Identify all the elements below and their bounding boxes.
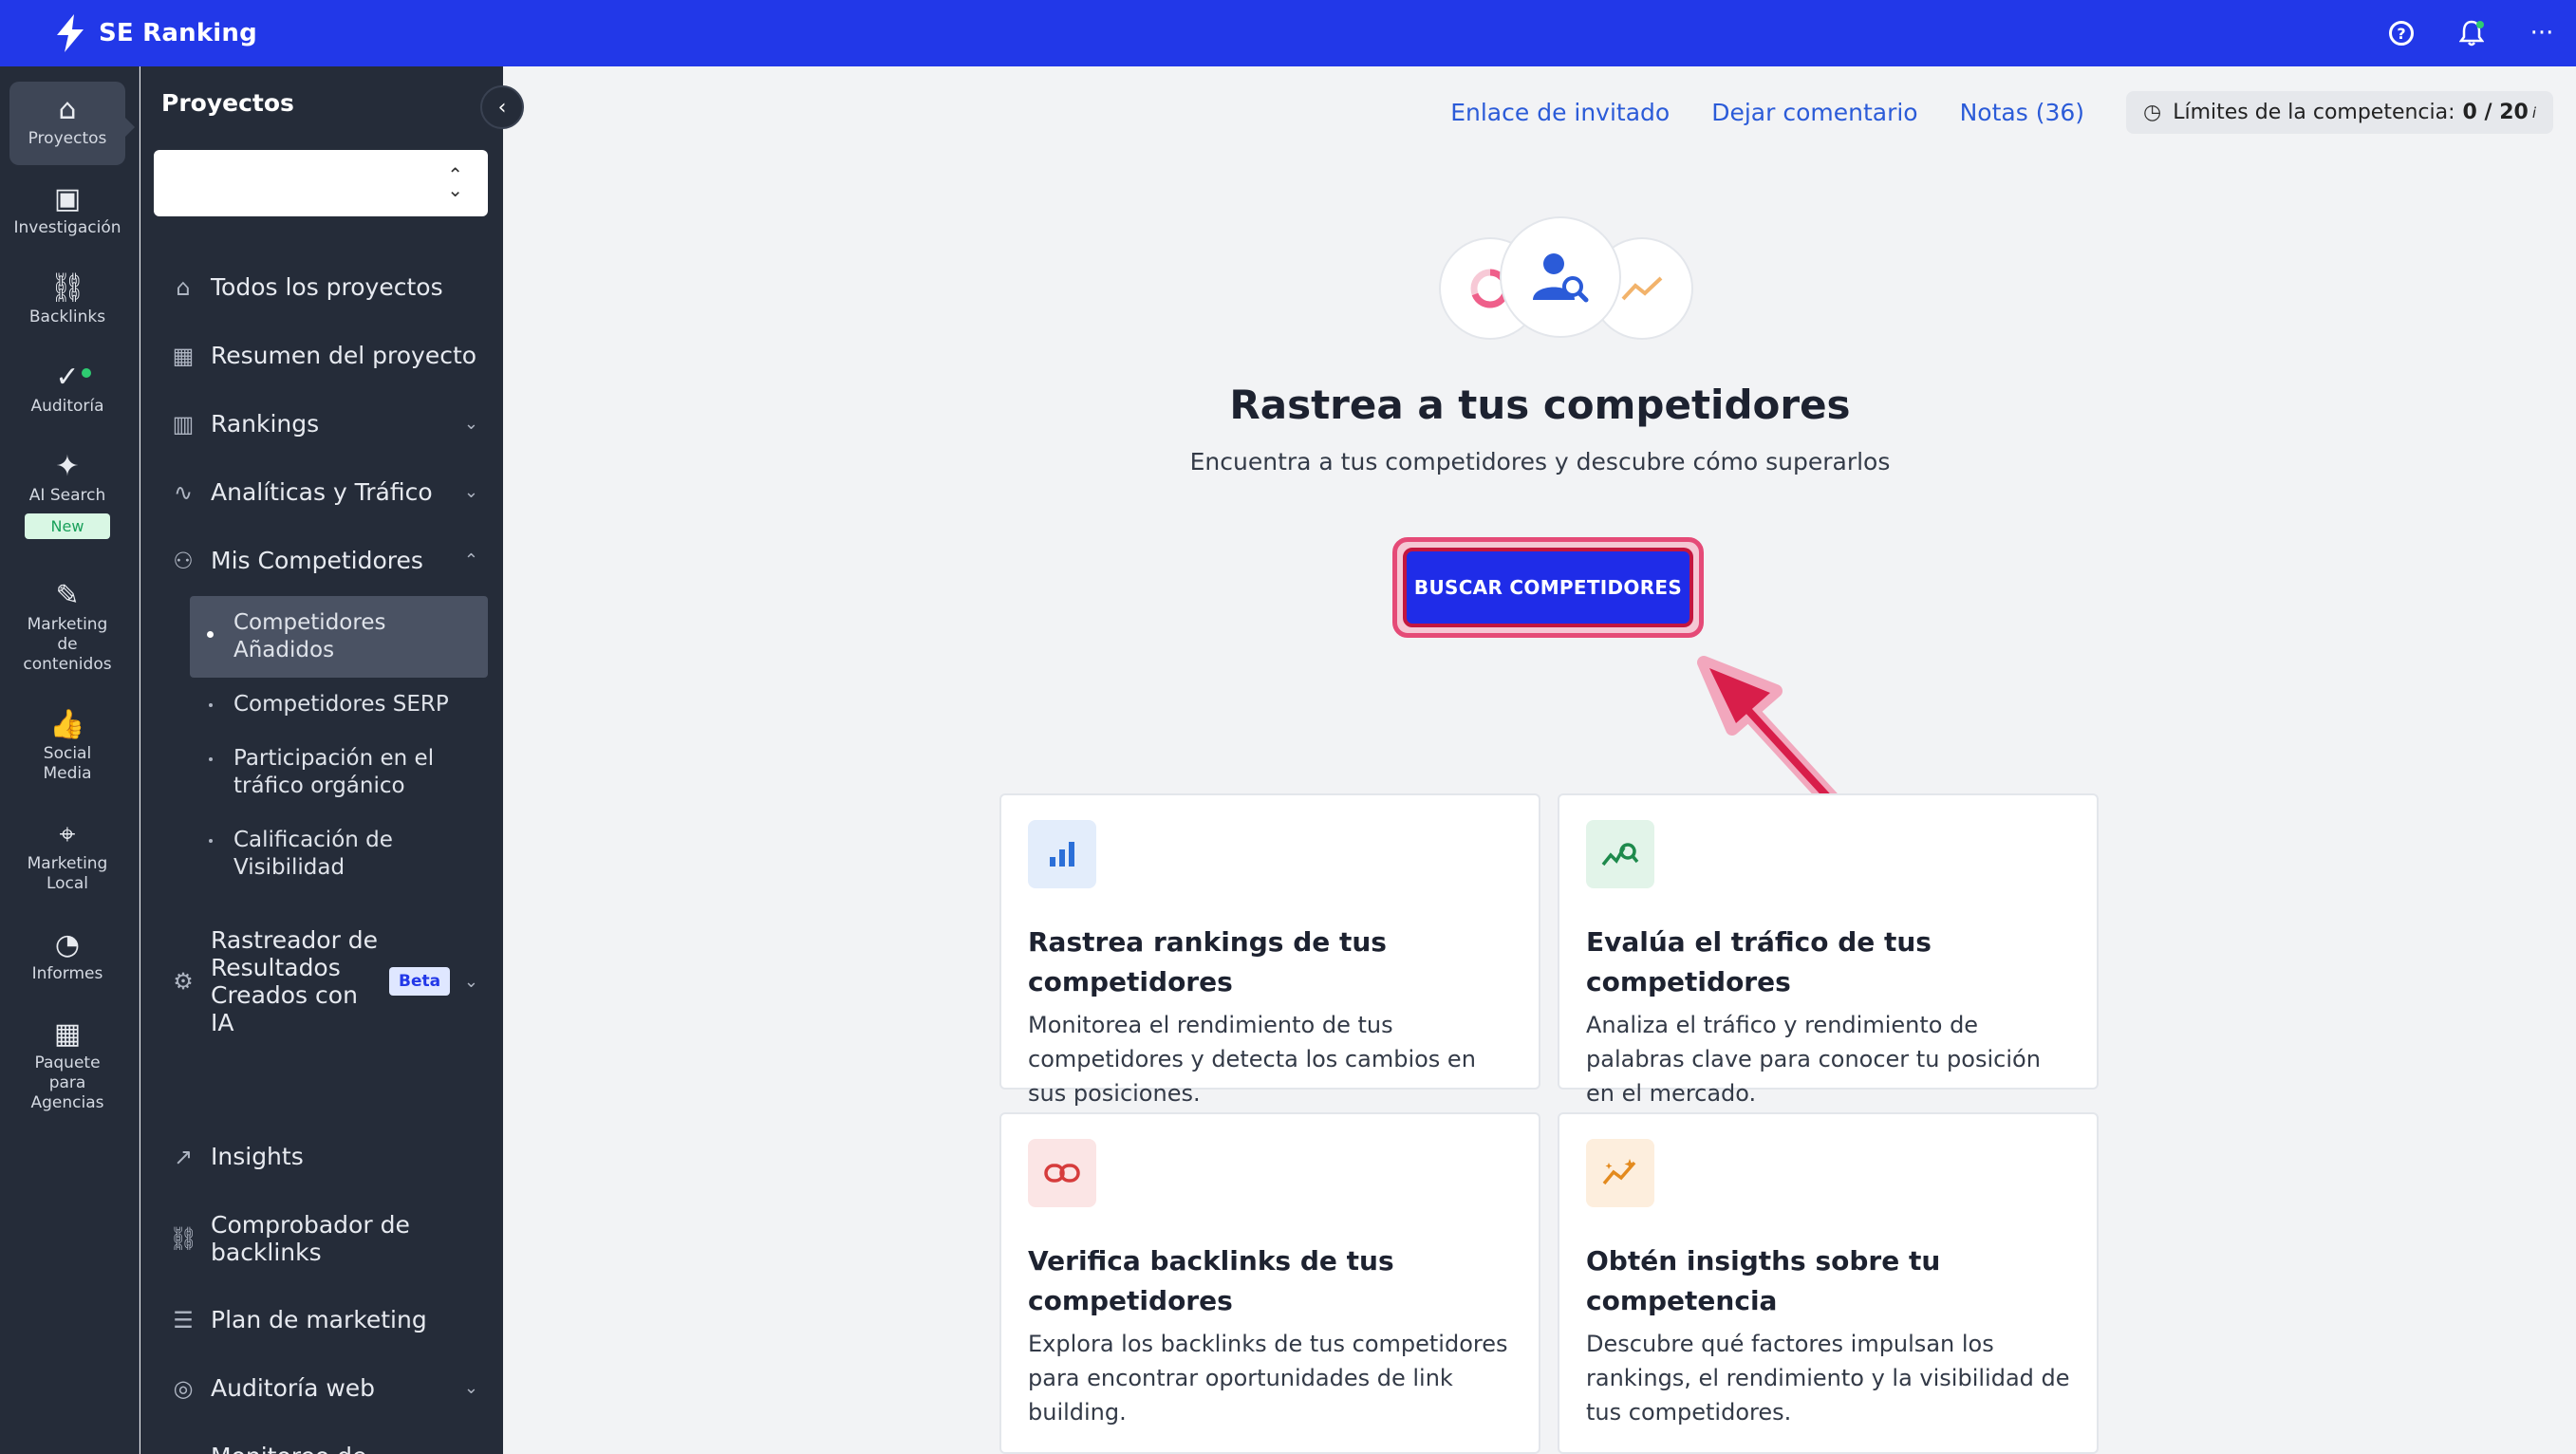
chevron-down-icon: ⌄ xyxy=(463,1378,478,1398)
info-icon[interactable]: i xyxy=(2532,104,2536,121)
brand-name: SE Ranking xyxy=(99,19,257,47)
dashboard-icon: ▦ xyxy=(172,342,195,369)
feature-card: Evalúa el tráfico de tus competidores An… xyxy=(1558,793,2099,1107)
map-pin-icon: ⌖ xyxy=(59,818,76,851)
edit-icon: ✎ xyxy=(55,579,80,612)
link-icon: ⛓ xyxy=(48,271,86,305)
lightning-icon xyxy=(51,14,89,52)
chevron-down-icon: ⌄ xyxy=(463,414,478,434)
checklist-icon: ☰ xyxy=(173,1306,194,1333)
card-description: Monitorea el rendimiento de tus competid… xyxy=(1028,1012,1476,1107)
bar-chart-icon: ▥ xyxy=(172,410,195,438)
module-rail: ⌂ Proyectos ▣ Investigación ⛓ Backlinks … xyxy=(0,66,140,1454)
competition-limits: ◷ Límites de la competencia: 0 / 20 i xyxy=(2126,91,2553,134)
brand-logo[interactable]: SE Ranking xyxy=(51,14,257,52)
card-description: Explora los backlinks de tus competidore… xyxy=(1028,1331,1508,1426)
sidebar-item-mis-competidores[interactable]: ⚇ Mis Competidores ⌃ xyxy=(169,547,492,574)
sidebar-item-plan-marketing[interactable]: ☰ Plan de marketing xyxy=(169,1306,492,1333)
sidebar-item-insights[interactable]: ↗ Insights xyxy=(169,1143,492,1170)
subitem-participacion-trafico[interactable]: Participación en el tráfico orgánico xyxy=(190,745,488,800)
feature-card: Verifica backlinks de tus competidores E… xyxy=(999,1112,1540,1454)
feedback-link[interactable]: Dejar comentario xyxy=(1711,99,1917,126)
feature-card: Rastrea rankings de tus competidores Mon… xyxy=(999,793,1540,1107)
main-content: Enlace de invitado Dejar comentario Nota… xyxy=(504,66,2576,1454)
insights-icon xyxy=(1586,1139,1654,1207)
hero-title: Rastrea a tus competidores xyxy=(1229,382,1851,428)
subitem-calificacion-visibilidad[interactable]: Calificación de Visibilidad xyxy=(190,827,488,882)
research-icon: ▣ xyxy=(53,182,82,215)
rail-item-social-media[interactable]: 👍 Social Media xyxy=(9,708,125,784)
notes-link[interactable]: Notas (36) xyxy=(1960,99,2084,126)
check-circle-icon: ✓ xyxy=(55,361,80,394)
sidebar-item-auditoria-web[interactable]: ◎ Auditoría web ⌄ xyxy=(169,1374,492,1402)
sidebar-item-rankings[interactable]: ▥ Rankings ⌄ xyxy=(169,410,492,438)
rail-item-auditoria[interactable]: ✓ Auditoría xyxy=(9,361,125,417)
collapse-sidebar-button[interactable]: ‹ xyxy=(480,85,524,129)
card-description: Analiza el tráfico y rendimiento de pala… xyxy=(1586,1012,2041,1107)
help-icon[interactable]: ? xyxy=(2384,16,2418,50)
sidebar-item-todos-proyectos[interactable]: ⌂ Todos los proyectos xyxy=(169,273,492,301)
sidebar-item-monitoreo-cambios[interactable]: ◫ Monitoreo de Cambios en la Página xyxy=(169,1443,492,1454)
user-search-icon xyxy=(1500,216,1621,338)
card-title: Verifica backlinks de tus competidores xyxy=(1028,1245,1394,1316)
sidebar-item-analiticas-trafico[interactable]: ∿ Analíticas y Tráfico ⌄ xyxy=(169,478,492,506)
rail-item-investigacion[interactable]: ▣ Investigación xyxy=(9,182,125,238)
sidebar-title: Proyectos xyxy=(161,89,294,117)
rail-item-informes[interactable]: ◔ Informes xyxy=(9,928,125,984)
link-icon xyxy=(1028,1139,1096,1207)
sidebar-item-resumen-proyecto[interactable]: ▦ Resumen del proyecto xyxy=(169,342,492,369)
card-title: Evalúa el tráfico de tus competidores xyxy=(1586,926,1932,997)
audit-icon: ◎ xyxy=(173,1374,194,1402)
home-icon: ⌂ xyxy=(176,273,191,301)
home-icon: ⌂ xyxy=(58,93,77,126)
hero-illustration xyxy=(1410,216,1714,359)
gauge-icon: ◷ xyxy=(2143,101,2162,124)
link-icon: ⛓ xyxy=(169,1224,198,1252)
chevron-down-icon: ⌄ xyxy=(463,482,478,502)
rail-item-proyectos[interactable]: ⌂ Proyectos xyxy=(9,82,135,165)
sidebar-item-comprobador-backlinks[interactable]: ⛓ Comprobador de backlinks xyxy=(169,1211,492,1266)
ai-tracker-icon: ⚙ xyxy=(173,968,194,995)
bell-icon[interactable] xyxy=(2455,16,2489,50)
chevron-up-icon: ⌃ xyxy=(463,550,478,570)
rail-item-paquete-agencias[interactable]: ▦ Paquete para Agencias xyxy=(9,1017,125,1113)
card-title: Obtén insigths sobre tu competencia xyxy=(1586,1245,1941,1316)
traffic-search-icon xyxy=(1586,820,1654,888)
find-competitors-button[interactable]: BUSCAR COMPETIDORES xyxy=(1403,548,1693,627)
notification-dot xyxy=(2476,21,2484,28)
rail-item-marketing-local[interactable]: ⌖ Marketing Local xyxy=(9,818,125,894)
top-bar: SE Ranking ? ··· xyxy=(0,0,2576,66)
insights-icon: ↗ xyxy=(173,1143,194,1170)
beta-badge: Beta xyxy=(389,967,451,996)
new-badge: New xyxy=(25,513,110,539)
guest-link[interactable]: Enlace de invitado xyxy=(1450,99,1670,126)
more-menu-icon[interactable]: ··· xyxy=(2525,16,2559,50)
chevron-updown-icon: ⌃ ⌄ xyxy=(447,163,463,201)
card-title: Rastrea rankings de tus competidores xyxy=(1028,926,1387,997)
project-select[interactable]: ⌃ ⌄ xyxy=(154,150,488,216)
thumbs-up-icon: 👍 xyxy=(49,708,85,741)
subitem-competidores-serp[interactable]: Competidores SERP xyxy=(190,691,488,718)
sidebar-item-rastreador-ia[interactable]: ⚙ Rastreador de Resultados Creados con I… xyxy=(169,926,492,1036)
rail-item-ai-search[interactable]: ✦ AI Search New xyxy=(9,450,125,539)
rail-item-backlinks[interactable]: ⛓ Backlinks xyxy=(9,271,125,327)
building-icon: ▦ xyxy=(53,1017,82,1051)
rail-item-marketing-contenidos[interactable]: ✎ Marketing de contenidos xyxy=(9,579,125,675)
card-description: Descubre qué factores impulsan los ranki… xyxy=(1586,1331,2070,1426)
bar-chart-icon xyxy=(1028,820,1096,888)
pie-chart-icon: ◔ xyxy=(54,928,81,961)
sparkle-icon: ✦ xyxy=(55,450,80,483)
feature-card: Obtén insigths sobre tu competencia Desc… xyxy=(1558,1112,2099,1454)
header-links: Enlace de invitado Dejar comentario Nota… xyxy=(1450,91,2553,134)
chevron-down-icon: ⌄ xyxy=(463,971,478,992)
subitem-competidores-anadidos[interactable]: Competidores Añadidos xyxy=(190,596,488,678)
project-sidebar: Proyectos ‹ ⌃ ⌄ ⌂ Todos los proyectos ▦ R… xyxy=(140,66,524,1454)
hero-subtitle: Encuentra a tus competidores y descubre … xyxy=(1189,448,1891,475)
cta-highlight: BUSCAR COMPETIDORES xyxy=(1392,537,1704,638)
users-icon: ⚇ xyxy=(173,547,194,574)
status-dot xyxy=(82,368,91,378)
pulse-icon: ∿ xyxy=(173,478,194,506)
